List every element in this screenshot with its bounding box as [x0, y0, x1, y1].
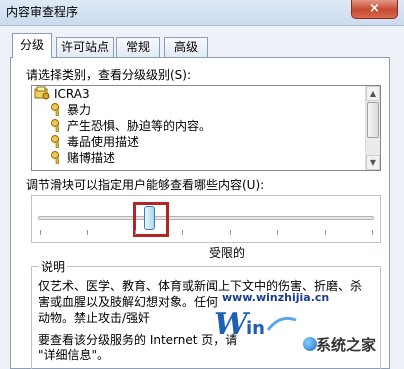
tab-approved-sites[interactable]: 许可站点 — [56, 37, 114, 57]
watermark-url: www.winzhijia.cn — [222, 291, 330, 304]
tab-advanced[interactable]: 高级 — [164, 37, 208, 57]
list-item-gambling[interactable]: 赌博描述 — [50, 150, 115, 166]
list-item-fear[interactable]: 产生恐惧、胁迫等的内容。 — [50, 118, 211, 134]
watermark-logo: W in — [214, 306, 298, 342]
description-line: 害或血腥以及肢解幻想对象。任何 — [38, 295, 219, 309]
slider-tick — [372, 230, 373, 235]
slider-tick — [40, 230, 41, 235]
slider-tick — [277, 230, 279, 235]
tab-ratings[interactable]: 分级 — [12, 33, 52, 58]
key-icon — [50, 102, 64, 117]
slider-tick — [229, 230, 231, 235]
description-line: 动物。禁止攻击/强奸 — [38, 311, 151, 325]
watermark-site: 系统之家 — [316, 336, 377, 354]
list-item-label: ICRA3 — [54, 87, 90, 101]
key-icon — [50, 150, 64, 165]
list-item-violence[interactable]: 暴力 — [50, 102, 91, 118]
slider-label: 调节滑块可以指定用户能够查看哪些内容(U): — [26, 178, 265, 192]
slider-tick — [87, 230, 89, 235]
window-title: 内容审查程序 — [6, 5, 79, 19]
tab-general[interactable]: 常规 — [116, 37, 160, 57]
slider-thumb[interactable] — [143, 206, 155, 230]
category-list[interactable]: ICRA3 暴力 产生恐惧、胁迫等的内容。 毒品使用描述 赌博描述 ▲ ▼ — [31, 85, 381, 171]
slider-tick — [134, 230, 136, 235]
list-item-icra3[interactable]: ICRA3 — [34, 86, 90, 102]
close-button[interactable]: × — [351, 0, 398, 19]
footer-line: "详细信息"。 — [38, 348, 110, 362]
list-item-drugs[interactable]: 毒品使用描述 — [50, 134, 139, 150]
svg-text:in: in — [246, 318, 265, 339]
slider-tick — [182, 230, 184, 235]
watermark-globe-icon — [303, 337, 317, 351]
rating-level-label: 受限的 — [209, 246, 246, 260]
scroll-thumb[interactable] — [367, 102, 379, 138]
list-item-label: 产生恐惧、胁迫等的内容。 — [67, 119, 212, 133]
rating-service-icon — [34, 86, 50, 100]
key-icon — [50, 134, 64, 149]
list-item-label: 赌博描述 — [67, 151, 116, 165]
list-item-label: 暴力 — [67, 103, 92, 117]
list-item-label: 毒品使用描述 — [67, 135, 140, 149]
key-icon — [50, 118, 64, 133]
scroll-down-icon[interactable]: ▼ — [366, 155, 380, 170]
slider-tick — [324, 230, 326, 235]
category-label: 请选择类别，查看分级级别(S): — [26, 68, 192, 82]
category-scrollbar[interactable]: ▲ ▼ — [365, 86, 380, 170]
title-bar: 内容审查程序 × — [0, 0, 404, 26]
rating-slider-group — [31, 195, 381, 243]
description-title: 说明 — [39, 258, 68, 275]
slider-track[interactable] — [38, 216, 374, 220]
scroll-up-icon[interactable]: ▲ — [366, 86, 380, 101]
